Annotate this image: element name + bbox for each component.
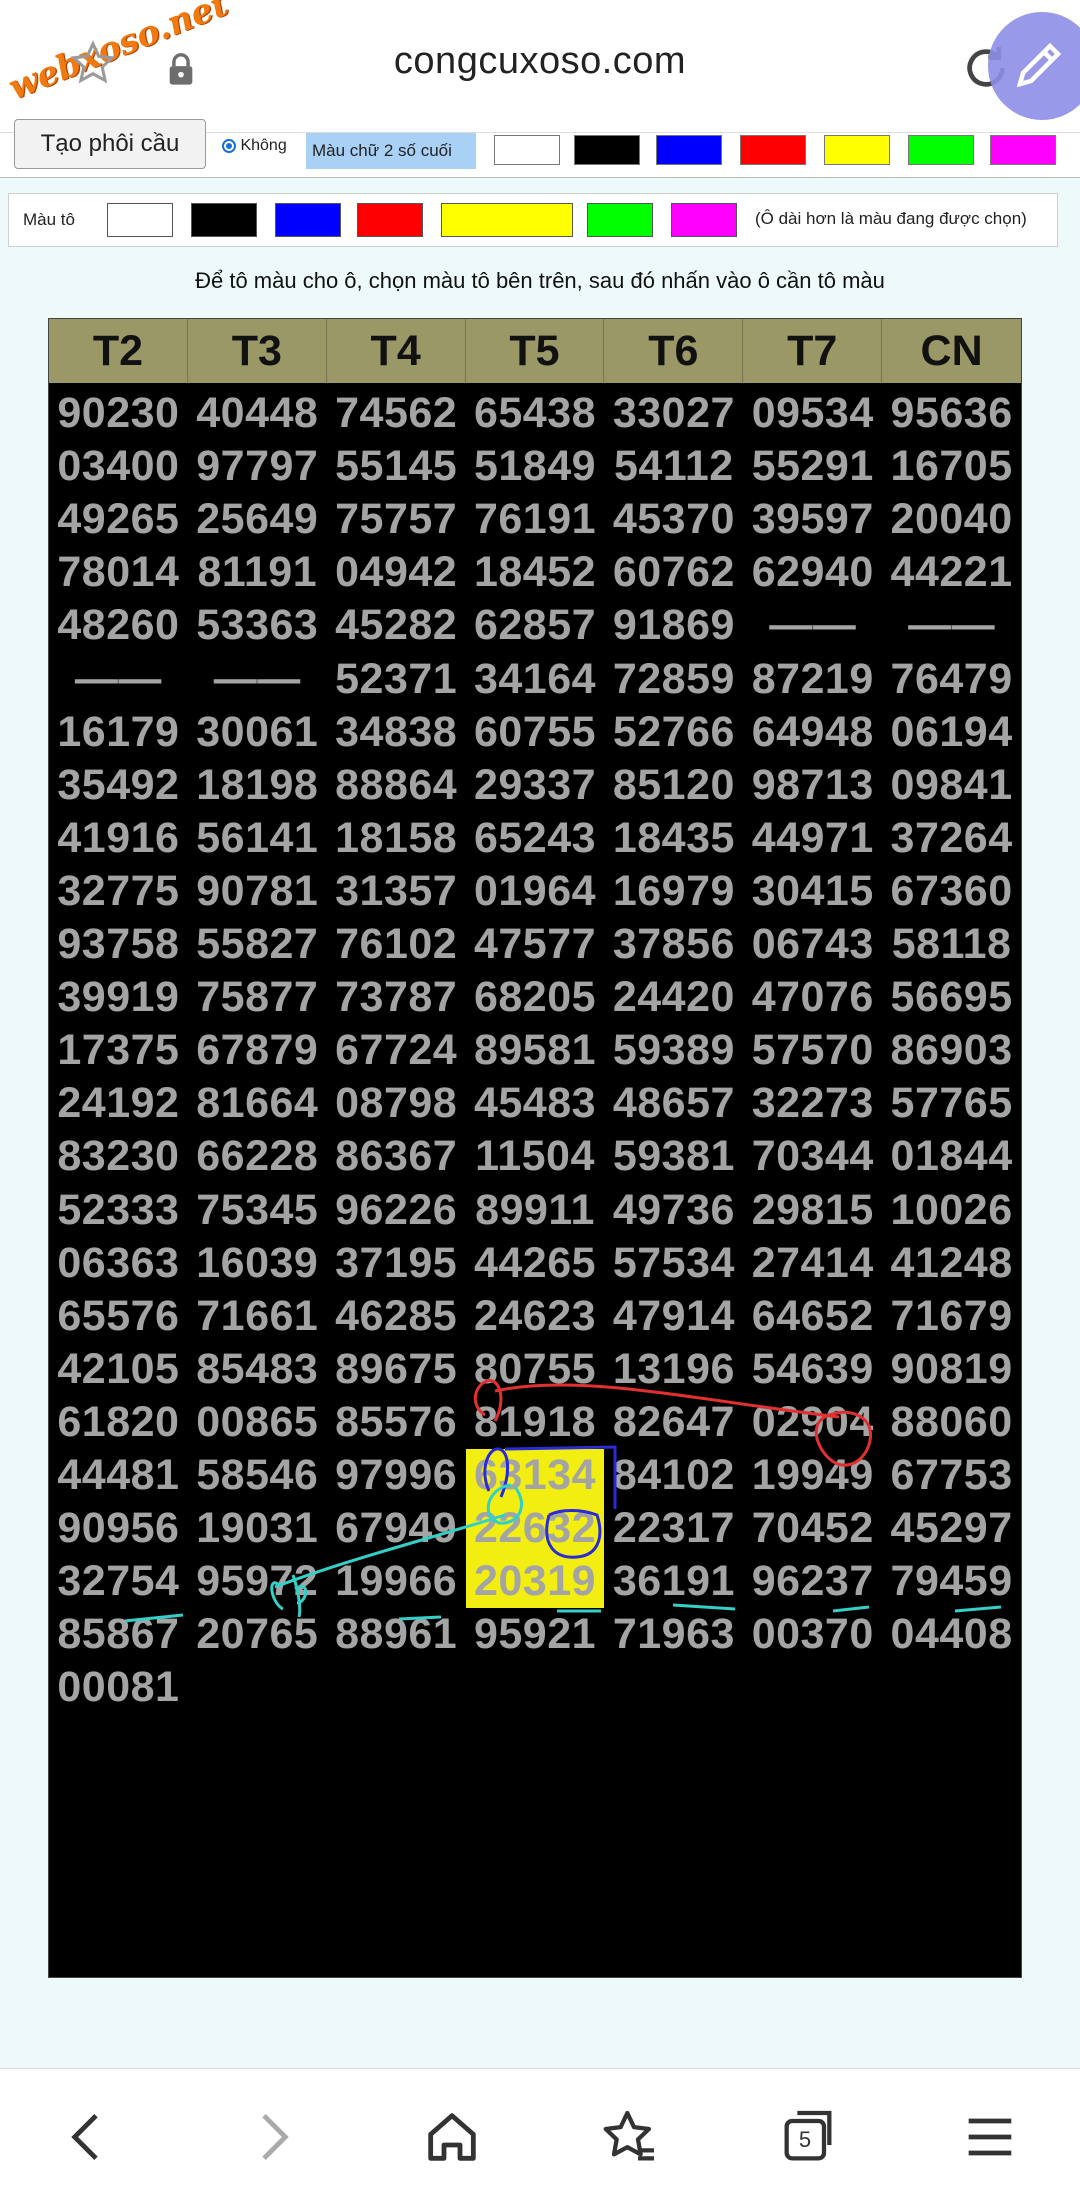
cyan-dash bbox=[124, 1613, 184, 1623]
tabs-button[interactable]: 5 bbox=[776, 2105, 840, 2169]
cyan-line-stroke bbox=[274, 1513, 506, 1589]
url-bar[interactable]: congcuxoso.com bbox=[340, 40, 740, 83]
browser-bottom-nav: 5 bbox=[0, 2068, 1080, 2199]
draw-pen-button[interactable] bbox=[988, 12, 1080, 120]
text-color-swatch[interactable] bbox=[494, 135, 560, 165]
radio-khong-label: Không bbox=[240, 137, 287, 154]
fill-color-swatch[interactable] bbox=[107, 203, 173, 237]
color-picker-note: (Ô dài hơn là màu đang được chọn) bbox=[755, 209, 1027, 228]
text-color-swatch[interactable] bbox=[656, 135, 722, 165]
blue-circle-stroke bbox=[545, 1509, 602, 1559]
lock-icon[interactable] bbox=[166, 52, 196, 86]
red-circle-stroke bbox=[473, 1379, 503, 1422]
fill-color-swatch[interactable] bbox=[275, 203, 341, 237]
handwritten-annotations bbox=[124, 1379, 1002, 1623]
radio-khong[interactable]: Không bbox=[222, 137, 287, 155]
create-bridge-button[interactable]: Tạo phôi cầu bbox=[14, 119, 206, 169]
red-line-stroke bbox=[494, 1383, 840, 1419]
pen-icon bbox=[1016, 42, 1062, 88]
star-outline-icon bbox=[70, 40, 116, 84]
options-strip: Tạo phôi cầu Không Màu chữ 2 số cuối bbox=[0, 119, 1080, 178]
cyan-dash bbox=[954, 1605, 1002, 1613]
color-picker-label: Màu tô bbox=[23, 210, 75, 229]
red-circle-stroke bbox=[814, 1410, 872, 1467]
browser-top-bar: webxoso.net congcuxoso.com bbox=[0, 0, 1080, 133]
fill-color-swatch[interactable] bbox=[671, 203, 737, 237]
menu-icon[interactable] bbox=[958, 2105, 1022, 2169]
text-color-swatch[interactable] bbox=[740, 135, 806, 165]
text-color-swatch[interactable] bbox=[908, 135, 974, 165]
bookmarks-icon[interactable] bbox=[598, 2105, 662, 2169]
cyan-dash bbox=[398, 1615, 442, 1621]
fill-color-swatch[interactable] bbox=[357, 203, 423, 237]
fill-color-swatch[interactable] bbox=[587, 203, 653, 237]
text-color-swatch[interactable] bbox=[824, 135, 890, 165]
two-digit-color-label: Màu chữ 2 số cuối bbox=[306, 133, 476, 169]
cyan-dash bbox=[672, 1603, 736, 1611]
tab-count: 5 bbox=[798, 2127, 812, 2152]
text-color-swatch[interactable] bbox=[574, 135, 640, 165]
fill-color-swatch[interactable] bbox=[441, 203, 573, 237]
watermark-logo: webxoso.net bbox=[2, 0, 234, 109]
fill-color-swatch[interactable] bbox=[191, 203, 257, 237]
radio-selected-icon bbox=[222, 138, 236, 153]
text-color-swatch[interactable] bbox=[990, 135, 1056, 165]
cyan-dash bbox=[832, 1605, 870, 1613]
forward-icon[interactable] bbox=[240, 2105, 304, 2169]
back-icon[interactable] bbox=[56, 2105, 120, 2169]
instruction-text: Để tô màu cho ô, chọn màu tô bên trên, s… bbox=[195, 268, 885, 293]
results-table: T2 T3 T4 T5 T6 T7 CN 90230 40448 74562 65438 33027… bbox=[48, 318, 1022, 1978]
home-icon[interactable] bbox=[420, 2105, 484, 2169]
color-picker: Màu tô (Ô dài hơn là màu đang được chọn) bbox=[8, 193, 1058, 247]
